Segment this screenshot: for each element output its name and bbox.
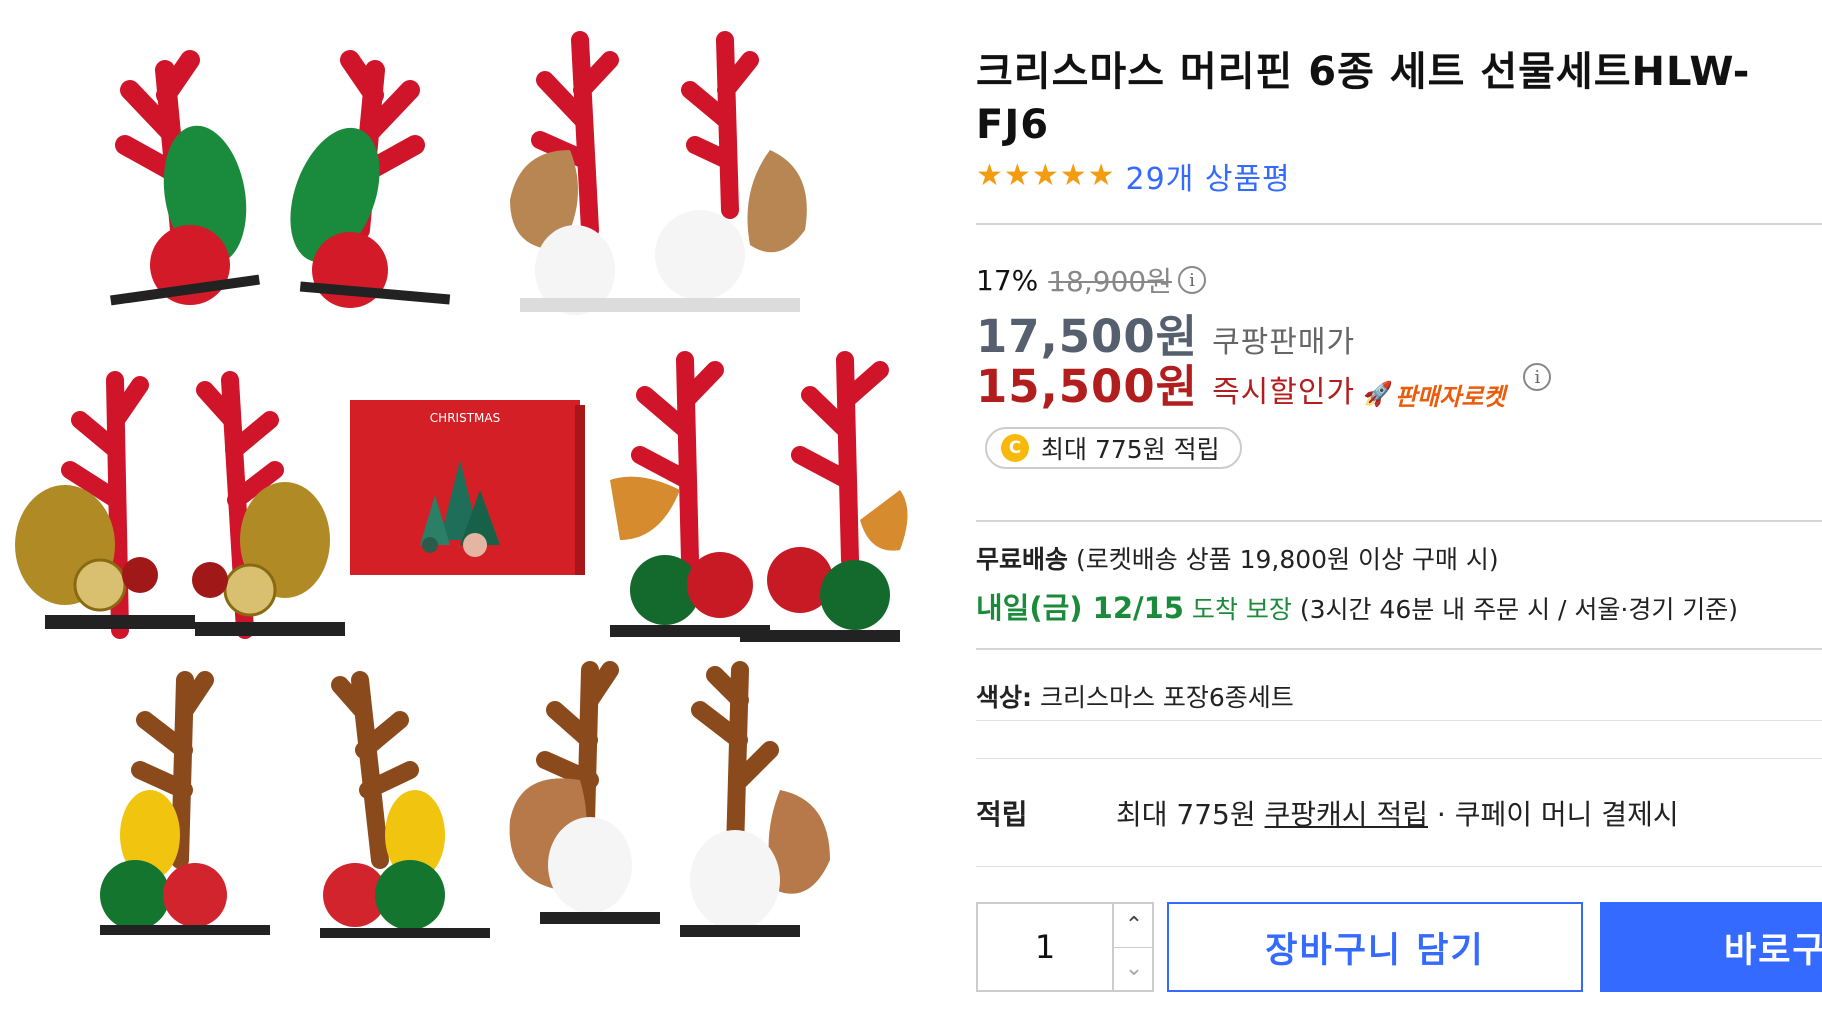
hairpin-brown-antler-yellow-ear <box>100 671 490 938</box>
reward-prefix: 최대 775원 <box>1116 798 1256 831</box>
hairpin-red-antler-brown-ear <box>510 31 807 315</box>
rating-stars: ★ ★ ★ ★ ★ <box>976 161 1116 191</box>
add-to-cart-button[interactable]: 장바구니 담기 <box>1167 902 1583 992</box>
hairpin-red-antler-orange-ear <box>610 351 908 642</box>
delivery-estimate: 내일(금) 12/15 도착 보장 (3시간 46분 내 주문 시 / 서울·경… <box>976 585 1738 627</box>
box-text: CHRISTMAS <box>430 411 500 425</box>
reward-label: 적립 <box>976 798 1028 831</box>
delivery-date: 내일(금) 12/15 <box>976 591 1184 625</box>
coupang-cash-link[interactable]: 쿠팡캐시 적립 <box>1265 793 1428 833</box>
delivery-guarantee: 도착 보장 <box>1191 595 1292 624</box>
option-selected[interactable]: 색상: 크리스마스 포장6종세트 <box>976 678 1294 714</box>
product-image[interactable]: CHRISTMAS <box>0 0 930 1011</box>
star-icon: ★ <box>976 158 1003 193</box>
option-label: 색상: <box>976 683 1032 712</box>
divider <box>976 223 1822 225</box>
hairpin-red-antler-green-leaf <box>110 50 451 308</box>
divider <box>976 648 1822 650</box>
sale-price-row: 17,500원 쿠팡판매가 <box>976 300 1355 363</box>
free-shipping-detail: (로켓배송 상품 19,800원 이상 구매 시) <box>1075 545 1499 574</box>
divider <box>976 866 1822 867</box>
cash-reward-text: 최대 775원 적립 <box>1041 435 1220 464</box>
quantity-increase-button[interactable]: ⌃ <box>1112 904 1154 948</box>
option-value: 크리스마스 포장6종세트 <box>1039 683 1294 712</box>
rating: ★ ★ ★ ★ ★ 29개 상품평 <box>976 158 1291 198</box>
info-icon[interactable]: i <box>1177 266 1206 294</box>
hairpin-red-antler-gold-bell <box>15 371 345 639</box>
quantity-stepper: 1 ⌃ ⌄ <box>976 902 1154 992</box>
product-info: 크리스마스 머리핀 6종 세트 선물세트HLW-FJ6 ★ ★ ★ ★ ★ 29… <box>976 0 1822 1011</box>
original-price: 18,900원 <box>1048 265 1172 298</box>
quantity-decrease-button[interactable]: ⌄ <box>1112 947 1154 990</box>
instant-price: 15,500원 <box>976 360 1199 413</box>
rocket-icon: 🚀 <box>1363 380 1393 408</box>
seller-rocket-badge: 🚀 판매자로켓 <box>1363 377 1505 412</box>
star-icon: ★ <box>1003 158 1031 193</box>
star-icon: ★ <box>1059 158 1087 193</box>
info-icon[interactable]: i <box>1523 363 1552 391</box>
discount-row: 17% 18,900원 i <box>976 262 1206 298</box>
instant-price-row: 15,500원 즉시할인가 🚀 판매자로켓 i <box>976 350 1552 413</box>
review-count-link[interactable]: 29개 상품평 <box>1126 154 1291 198</box>
free-shipping-label: 무료배송 <box>976 545 1069 574</box>
divider <box>976 758 1822 759</box>
free-shipping: 무료배송 (로켓배송 상품 19,800원 이상 구매 시) <box>976 540 1499 576</box>
cash-reward-badge: C 최대 775원 적립 <box>985 427 1242 469</box>
discount-rate: 17% <box>976 263 1039 297</box>
delivery-condition: (3시간 46분 내 주문 시 / 서울·경기 기준) <box>1299 595 1739 624</box>
hairpin-brown-antler-white-fluff <box>509 661 830 937</box>
divider <box>976 520 1822 522</box>
star-icon: ★ <box>1031 158 1059 193</box>
star-icon: ★ <box>1087 158 1115 193</box>
coin-icon: C <box>1001 434 1029 462</box>
quantity-input[interactable]: 1 <box>978 904 1112 990</box>
product-title: 크리스마스 머리핀 6종 세트 선물세트HLW-FJ6 <box>976 49 1751 148</box>
reward-suffix: · 쿠페이 머니 결제시 <box>1436 798 1679 831</box>
gift-box: CHRISTMAS <box>350 400 585 575</box>
seller-rocket-label: 판매자로켓 <box>1394 382 1506 411</box>
reward-row: 적립 최대 775원 쿠팡캐시 적립 · 쿠페이 머니 결제시 <box>976 790 1822 836</box>
divider <box>976 720 1822 721</box>
instant-price-label: 즉시할인가 <box>1212 375 1356 410</box>
buy-now-button[interactable]: 바로구매 <box>1600 902 1822 992</box>
